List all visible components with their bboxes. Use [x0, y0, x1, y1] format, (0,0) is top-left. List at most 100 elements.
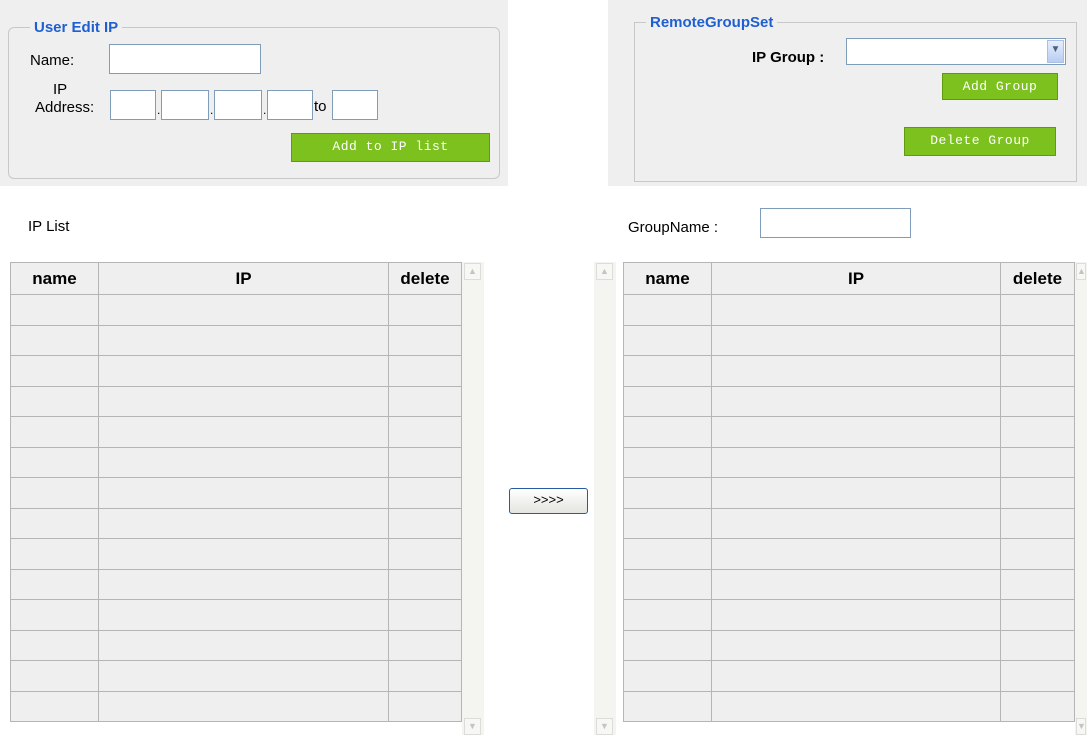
remote-group-set-panel: RemoteGroupSet IP Group : ▼ Add Group De… — [608, 0, 1087, 186]
delete-cell — [388, 324, 462, 356]
delete-group-button[interactable]: Delete Group — [904, 127, 1056, 156]
ip-octet-3-input[interactable] — [214, 90, 262, 120]
table-row — [10, 538, 462, 570]
scroll-down-icon[interactable]: ▼ — [1076, 718, 1086, 735]
name-cell — [623, 324, 712, 356]
scroll-down-icon[interactable]: ▼ — [596, 718, 613, 735]
name-input[interactable] — [109, 44, 261, 74]
column-header-name: name — [623, 262, 712, 295]
ip-group-label: IP Group : — [752, 49, 825, 66]
delete-cell — [388, 507, 462, 539]
name-cell — [623, 507, 712, 539]
ip-cell — [711, 477, 1001, 509]
ip-cell — [711, 660, 1001, 692]
ip-cell — [711, 294, 1001, 326]
delete-cell — [1000, 507, 1075, 539]
delete-cell — [1000, 355, 1075, 387]
ip-cell — [711, 538, 1001, 570]
name-cell — [10, 538, 99, 570]
groupname-label: GroupName : — [628, 219, 719, 236]
delete-cell — [388, 660, 462, 692]
table-row — [623, 416, 1075, 448]
name-cell — [623, 629, 712, 661]
ip-cell — [711, 629, 1001, 661]
delete-cell — [1000, 385, 1075, 417]
name-cell — [623, 690, 712, 722]
scroll-up-icon[interactable]: ▲ — [1076, 263, 1086, 280]
table-row — [623, 629, 1075, 661]
ip-cell — [711, 507, 1001, 539]
name-cell — [623, 294, 712, 326]
ip-octet-4-input[interactable] — [267, 90, 313, 120]
ip-list-scrollbar[interactable]: ▲ ▼ — [462, 262, 484, 735]
table-row — [623, 538, 1075, 570]
table-row — [10, 660, 462, 692]
name-cell — [10, 660, 99, 692]
ip-cell — [98, 294, 389, 326]
ip-cell — [98, 416, 389, 448]
column-header-delete: delete — [1000, 262, 1075, 295]
delete-cell — [388, 599, 462, 631]
table-row — [623, 507, 1075, 539]
ip-cell — [98, 690, 389, 722]
ip-cell — [98, 324, 389, 356]
ip-cell — [98, 385, 389, 417]
ip-cell — [711, 324, 1001, 356]
table-row — [10, 294, 462, 326]
ip-group-select[interactable]: ▼ — [846, 38, 1066, 65]
groupname-input[interactable] — [760, 208, 911, 238]
name-cell — [10, 324, 99, 356]
column-header-name: name — [10, 262, 99, 295]
ip-dot-3: . — [263, 103, 267, 117]
group-list-scrollbar-right[interactable]: ▲ ▼ — [1075, 262, 1087, 735]
table-row — [623, 324, 1075, 356]
ip-cell — [711, 355, 1001, 387]
delete-cell — [388, 538, 462, 570]
chevron-down-icon[interactable]: ▼ — [1047, 40, 1064, 63]
scroll-up-icon[interactable]: ▲ — [596, 263, 613, 280]
add-to-ip-list-button[interactable]: Add to IP list — [291, 133, 490, 162]
ip-octet-2-input[interactable] — [161, 90, 209, 120]
ip-cell — [98, 355, 389, 387]
column-header-delete: delete — [388, 262, 462, 295]
table-row — [623, 355, 1075, 387]
ip-cell — [711, 416, 1001, 448]
ip-octet-1-input[interactable] — [110, 90, 156, 120]
group-ip-list-table: name IP delete — [623, 262, 1075, 722]
delete-cell — [1000, 324, 1075, 356]
ip-cell — [98, 629, 389, 661]
name-cell — [10, 355, 99, 387]
ip-cell — [711, 385, 1001, 417]
delete-cell — [1000, 629, 1075, 661]
move-to-group-button[interactable]: >>>> — [509, 488, 588, 514]
delete-cell — [388, 477, 462, 509]
group-list-scrollbar-left[interactable]: ▲ ▼ — [594, 262, 616, 735]
table-row — [623, 294, 1075, 326]
table-row — [10, 446, 462, 478]
name-cell — [623, 446, 712, 478]
table-row — [623, 446, 1075, 478]
table-header-row: name IP delete — [10, 262, 462, 295]
name-cell — [10, 629, 99, 661]
add-group-button[interactable]: Add Group — [942, 73, 1058, 100]
name-cell — [10, 446, 99, 478]
scroll-up-icon[interactable]: ▲ — [464, 263, 481, 280]
name-cell — [10, 477, 99, 509]
table-row — [10, 568, 462, 600]
ip-cell — [98, 507, 389, 539]
name-cell — [10, 507, 99, 539]
delete-cell — [1000, 538, 1075, 570]
table-row — [10, 477, 462, 509]
table-row — [10, 507, 462, 539]
name-cell — [623, 416, 712, 448]
table-row — [10, 324, 462, 356]
table-header-row: name IP delete — [623, 262, 1075, 295]
remote-group-set-legend: RemoteGroupSet — [646, 14, 778, 32]
delete-cell — [1000, 446, 1075, 478]
ip-to-input[interactable] — [332, 90, 378, 120]
name-cell — [10, 385, 99, 417]
name-cell — [10, 294, 99, 326]
ip-list-title: IP List — [28, 218, 70, 235]
ip-label-line1: IP — [53, 81, 68, 98]
scroll-down-icon[interactable]: ▼ — [464, 718, 481, 735]
